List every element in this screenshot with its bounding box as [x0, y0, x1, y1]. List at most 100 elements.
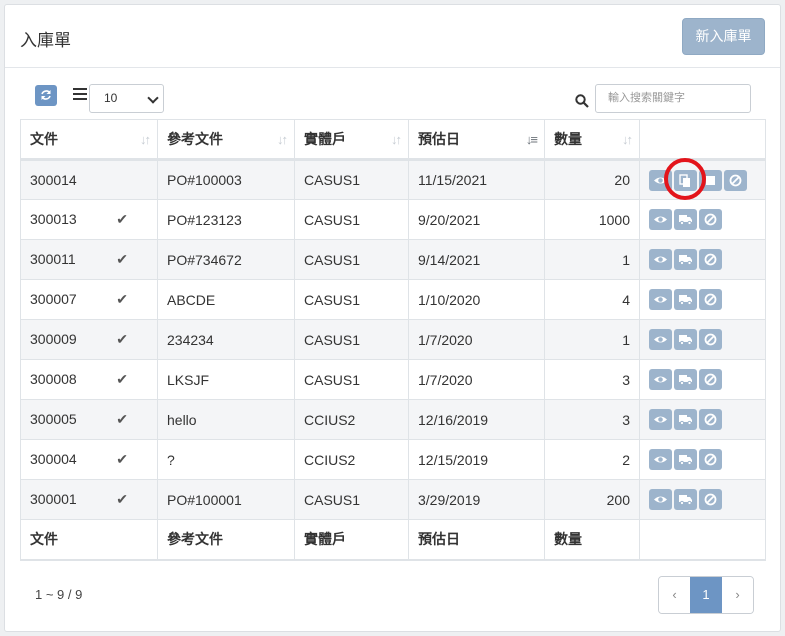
cell-ref: PO#123123	[157, 199, 295, 240]
sort-icon: ↓↑	[622, 132, 633, 147]
cell-date: 9/20/2021	[408, 199, 545, 240]
table-row[interactable]: 300011 ✔ PO#734672 CASUS1 9/14/2021 1	[20, 239, 766, 280]
cell-doc: 300008 ✔	[20, 359, 158, 400]
ship-button[interactable]	[674, 209, 697, 230]
cell-doc: 300014	[20, 159, 158, 200]
cell-doc: 300007 ✔	[20, 279, 158, 320]
inbound-panel: 入庫單 新入庫單 10 輸入搜索關鍵字 文件 ↓↑ 參考文件 ↓↑ 實體戶 ↓↑…	[4, 4, 781, 632]
cell-qty: 1	[544, 319, 640, 360]
list-icon	[73, 88, 87, 100]
inbound-table: 文件 ↓↑ 參考文件 ↓↑ 實體戶 ↓↑ 預估日 ↓≡ 數量 ↓↑ 300014 PO#10…	[20, 119, 766, 561]
sort-icon: ↓↑	[140, 132, 151, 147]
view-button[interactable]	[649, 329, 672, 350]
column-header-entity[interactable]: 實體戶 ↓↑	[294, 119, 409, 161]
cell-qty: 2	[544, 439, 640, 480]
cell-entity: CCIUS2	[294, 399, 409, 440]
column-header-actions	[639, 119, 766, 161]
cell-qty: 4	[544, 279, 640, 320]
page-1-button[interactable]: 1	[690, 577, 722, 613]
table-row[interactable]: 300009 ✔ 234234 CASUS1 1/7/2020 1	[20, 319, 766, 360]
check-icon: ✔	[116, 451, 128, 467]
cell-qty: 1000	[544, 199, 640, 240]
footer-ref: 參考文件	[157, 519, 295, 561]
pagination-info: 1 ~ 9 / 9	[35, 587, 83, 602]
cell-qty: 3	[544, 399, 640, 440]
prev-page-button[interactable]: ‹	[659, 577, 690, 613]
table-row[interactable]: 300013 ✔ PO#123123 CASUS1 9/20/2021 1000	[20, 199, 766, 240]
cancel-button[interactable]	[699, 209, 722, 230]
cancel-button[interactable]	[699, 489, 722, 510]
table-row[interactable]: 300007 ✔ ABCDE CASUS1 1/10/2020 4	[20, 279, 766, 320]
cell-actions	[639, 199, 766, 240]
table-row[interactable]: 300004 ✔? CCIUS2 12/15/2019 2	[20, 439, 766, 480]
cell-ref: ?	[157, 439, 295, 480]
check-icon: ✔	[116, 251, 128, 267]
cell-entity: CASUS1	[294, 199, 409, 240]
ship-button[interactable]	[674, 289, 697, 310]
cell-actions	[639, 319, 766, 360]
cell-qty: 20	[544, 159, 640, 200]
highlight-circle	[664, 158, 706, 200]
check-icon: ✔	[116, 211, 128, 227]
search-input[interactable]: 輸入搜索關鍵字	[595, 84, 751, 113]
page-size-select[interactable]: 10	[89, 84, 164, 113]
view-button[interactable]	[649, 409, 672, 430]
ship-button[interactable]	[674, 249, 697, 270]
column-header-qty[interactable]: 數量 ↓↑	[544, 119, 640, 161]
panel-header: 入庫單 新入庫單	[5, 5, 780, 68]
view-button[interactable]	[649, 489, 672, 510]
column-header-date[interactable]: 預估日 ↓≡	[408, 119, 545, 161]
view-button[interactable]	[649, 209, 672, 230]
ship-button[interactable]	[674, 369, 697, 390]
footer-actions	[639, 519, 766, 561]
cell-date: 12/16/2019	[408, 399, 545, 440]
cell-actions	[639, 479, 766, 520]
cell-qty: 1	[544, 239, 640, 280]
cancel-button[interactable]	[699, 449, 722, 470]
cell-actions	[639, 239, 766, 280]
ship-button[interactable]	[674, 449, 697, 470]
view-button[interactable]	[649, 289, 672, 310]
footer-doc: 文件	[20, 519, 158, 561]
ship-button[interactable]	[674, 409, 697, 430]
cell-doc: 300001 ✔	[20, 479, 158, 520]
table-row[interactable]: 300005 ✔ hello CCIUS2 12/16/2019 3	[20, 399, 766, 440]
cell-actions	[639, 279, 766, 320]
sort-desc-icon: ↓≡	[525, 132, 538, 147]
new-inbound-button[interactable]: 新入庫單	[682, 18, 765, 55]
check-icon: ✔	[116, 331, 128, 347]
sort-icon: ↓↑	[277, 132, 288, 147]
next-page-button[interactable]: ›	[722, 577, 753, 613]
cell-actions	[639, 399, 766, 440]
view-button[interactable]	[649, 449, 672, 470]
refresh-button[interactable]	[35, 85, 57, 106]
table-row[interactable]: 300001 ✔ PO#100001 CASUS1 3/29/2019 200	[20, 479, 766, 520]
cell-ref: 234234	[157, 319, 295, 360]
refresh-icon	[41, 90, 51, 100]
column-header-doc[interactable]: 文件 ↓↑	[20, 119, 158, 161]
cell-ref: PO#100003	[157, 159, 295, 200]
cell-entity: CASUS1	[294, 359, 409, 400]
ship-button[interactable]	[674, 329, 697, 350]
table-row[interactable]: 300008 ✔ LKSJF CASUS1 1/7/2020 3	[20, 359, 766, 400]
ship-button[interactable]	[674, 489, 697, 510]
cancel-button[interactable]	[724, 169, 747, 191]
table-row[interactable]: 300014 PO#100003 CASUS1 11/15/2021 20	[20, 159, 766, 200]
cancel-button[interactable]	[699, 369, 722, 390]
cell-qty: 3	[544, 359, 640, 400]
pagination: ‹ 1 ›	[658, 576, 754, 614]
footer-date: 預估日	[408, 519, 545, 561]
view-button[interactable]	[649, 249, 672, 270]
cancel-button[interactable]	[699, 249, 722, 270]
cancel-button[interactable]	[699, 289, 722, 310]
cancel-button[interactable]	[699, 409, 722, 430]
chevron-down-icon	[147, 92, 159, 104]
column-header-ref[interactable]: 參考文件 ↓↑	[157, 119, 295, 161]
cell-date: 9/14/2021	[408, 239, 545, 280]
view-button[interactable]	[649, 369, 672, 390]
cell-date: 3/29/2019	[408, 479, 545, 520]
cell-doc: 300013 ✔	[20, 199, 158, 240]
cell-doc: 300005 ✔	[20, 399, 158, 440]
cancel-button[interactable]	[699, 329, 722, 350]
cell-doc: 300009 ✔	[20, 319, 158, 360]
